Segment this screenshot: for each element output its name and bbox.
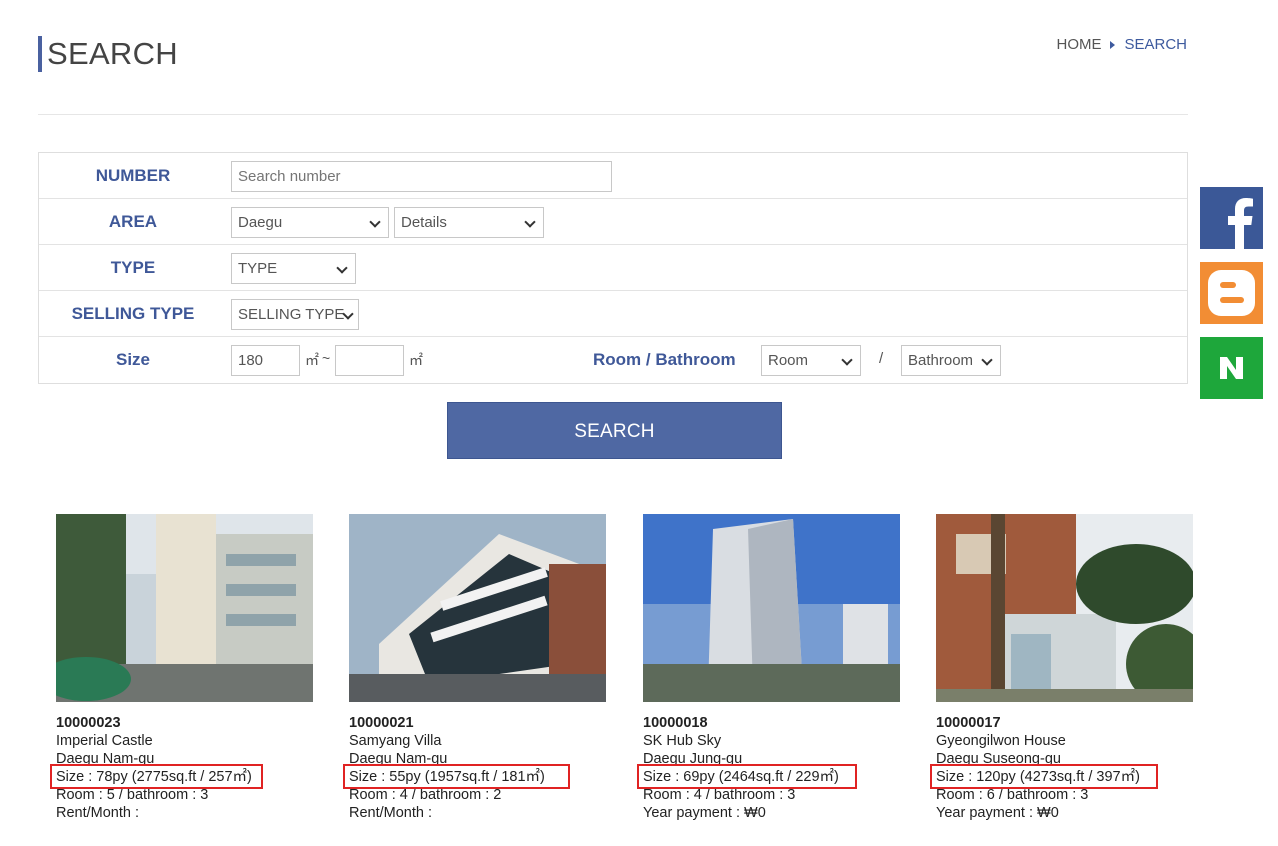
number-label: NUMBER	[95, 166, 171, 185]
selling-type-select[interactable]: SELLING TYPE	[231, 299, 359, 330]
blogger-button[interactable]	[1200, 262, 1263, 324]
listing-payment: Year payment : ₩0	[643, 805, 766, 821]
size-max-input[interactable]	[335, 345, 404, 376]
area-city-select[interactable]: Daegu	[231, 207, 389, 238]
listing-payment: Year payment : ₩0	[936, 805, 1059, 821]
chevron-down-icon	[981, 354, 993, 366]
listing-number: 10000023	[56, 715, 121, 731]
naver-icon	[1220, 357, 1243, 379]
search-button[interactable]: SEARCH	[447, 402, 782, 459]
bathroom-value: Bathroom	[908, 352, 974, 369]
breadcrumb: HOME SEARCH	[1056, 36, 1187, 53]
number-search-input[interactable]	[231, 161, 612, 192]
type-select[interactable]: TYPE	[231, 253, 356, 284]
number-row: NUMBER	[39, 153, 1187, 199]
type-label: TYPE	[110, 258, 156, 277]
naver-button[interactable]	[1200, 337, 1263, 399]
size-highlight-box	[343, 764, 570, 789]
room-bathroom-label: Room / Bathroom	[593, 350, 736, 369]
listing-photo[interactable]	[643, 514, 900, 702]
size-highlight-box	[637, 764, 857, 789]
page-title: SEARCH	[47, 36, 178, 71]
listing-photo[interactable]	[349, 514, 606, 702]
listing-name: SK Hub Sky	[643, 733, 722, 749]
facebook-icon	[1228, 198, 1253, 249]
chevron-down-icon	[336, 262, 348, 274]
breadcrumb-home[interactable]: HOME	[1056, 36, 1101, 53]
type-value: TYPE	[238, 260, 278, 277]
listing-photo[interactable]	[56, 514, 313, 702]
chevron-down-icon	[369, 216, 381, 228]
size-range-separator: ~	[322, 350, 331, 366]
area-details-select[interactable]: Details	[394, 207, 544, 238]
listing-photo[interactable]	[936, 514, 1193, 702]
listing-payment: Rent/Month :	[56, 805, 140, 821]
room-bathroom-separator: /	[879, 350, 884, 367]
size-row: Size ㎡ ~ ㎡ Room / Bathroom Room / Bathro…	[39, 337, 1187, 383]
header-divider	[38, 114, 1188, 115]
area-row: AREA Daegu Details	[39, 199, 1187, 245]
size-highlight-box	[930, 764, 1158, 789]
room-value: Room	[768, 352, 809, 369]
size-label: Size	[115, 350, 151, 369]
area-details-value: Details	[401, 214, 447, 231]
area-label: AREA	[108, 212, 158, 231]
type-row: TYPE TYPE	[39, 245, 1187, 291]
size-min-unit: ㎡	[305, 352, 319, 368]
listing-payment: Rent/Month :	[349, 805, 433, 821]
size-min-input[interactable]	[231, 345, 300, 376]
room-select[interactable]: Room	[761, 345, 861, 376]
bathroom-select[interactable]: Bathroom	[901, 345, 1001, 376]
selling-type-label: SELLING TYPE	[71, 304, 195, 323]
blogger-icon	[1208, 270, 1255, 316]
listing-name: Gyeongilwon House	[936, 733, 1066, 749]
breadcrumb-current[interactable]: SEARCH	[1124, 36, 1187, 53]
size-max-unit: ㎡	[409, 352, 423, 368]
size-highlight-box	[50, 764, 263, 789]
search-form: NUMBER AREA Daegu Details TYPE TYPE SELL…	[38, 152, 1188, 384]
facebook-button[interactable]	[1200, 187, 1263, 249]
chevron-down-icon	[524, 216, 536, 228]
listing-number: 10000018	[643, 715, 708, 731]
listing-number: 10000017	[936, 715, 1001, 731]
listing-number: 10000021	[349, 715, 414, 731]
selling-type-value: SELLING TYPE	[238, 306, 345, 323]
area-city-value: Daegu	[238, 214, 283, 231]
chevron-down-icon	[841, 354, 853, 366]
listing-name: Samyang Villa	[349, 733, 442, 749]
selling-type-row: SELLING TYPE SELLING TYPE	[39, 291, 1187, 337]
title-accent-bar	[38, 36, 42, 72]
chevron-right-icon	[1110, 40, 1116, 49]
listing-name: Imperial Castle	[56, 733, 153, 749]
